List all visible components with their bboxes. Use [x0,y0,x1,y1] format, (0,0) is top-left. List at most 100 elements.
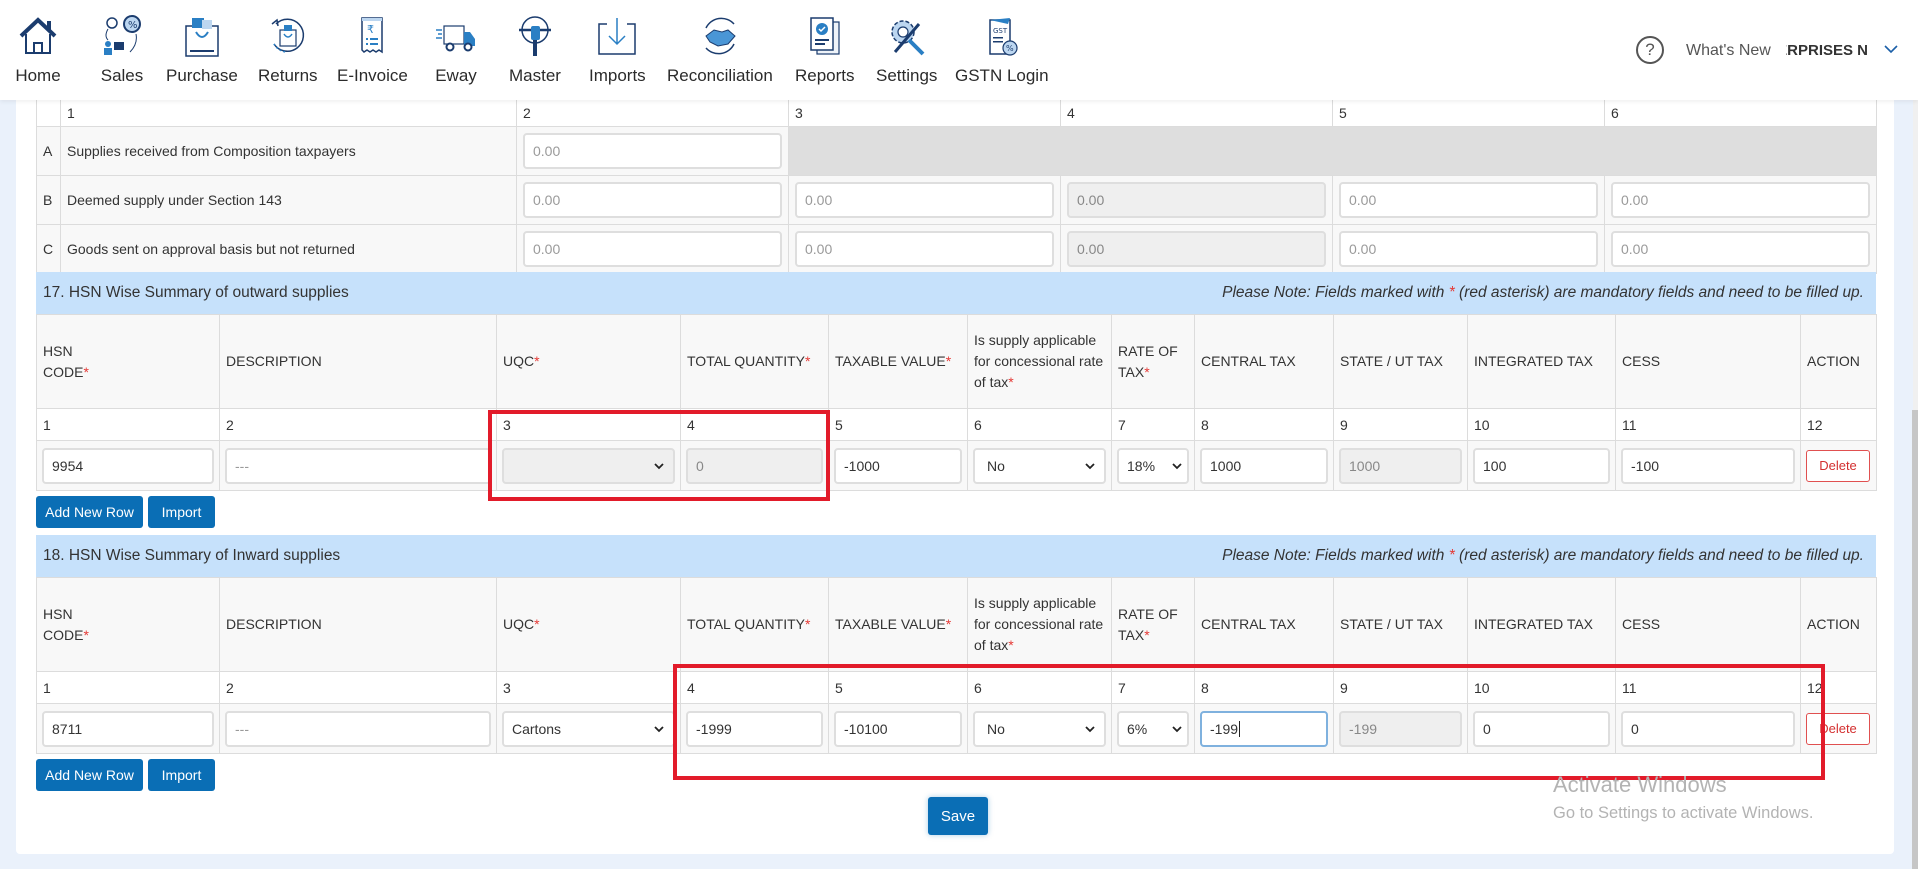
amount-input[interactable]: 0.00 [1339,182,1598,218]
central-tax-input[interactable]: 1000 [1200,447,1328,484]
integrated-tax-input[interactable]: 100 [1473,447,1610,484]
cess-input[interactable]: 0 [1621,710,1795,747]
nav-eway[interactable]: Eway [432,12,480,86]
nav-sales[interactable]: % Sales [98,12,146,86]
concessional-select[interactable]: No [973,447,1106,484]
col-header-uqc: UQC* [496,314,681,409]
amount-input[interactable]: 0.00 [795,231,1054,267]
col-number: 2 [219,671,497,704]
description-input[interactable]: --- [225,447,491,484]
rate-select[interactable]: 6% [1117,710,1189,747]
note-text: (red asterisk) are mandatory fields and … [1454,547,1864,564]
help-icon[interactable]: ? [1636,36,1664,64]
row-label: Deemed supply under Section 143 [60,175,517,225]
col-number: 1 [60,98,517,127]
integrated-tax-input[interactable]: 0 [1473,710,1610,747]
nav-label: Home [15,66,61,85]
nav-master[interactable]: Master [509,12,561,86]
description-input[interactable]: --- [225,710,491,747]
table-row: A Supplies received from Composition tax… [36,126,1877,176]
taxable-value-input[interactable]: -1000 [834,447,962,484]
reports-icon [801,12,849,60]
concessional-value: No [987,720,1005,737]
master-icon [511,12,559,60]
central-tax-input[interactable]: -199 [1200,710,1328,747]
row-label: Supplies received from Composition taxpa… [60,126,517,176]
nav-e-invoice[interactable]: ₹ E-Invoice [337,12,408,86]
supplies-table: 1 2 3 4 5 6 A Supplies received from Com… [36,98,1877,274]
amount-input[interactable]: 0.00 [523,182,782,218]
amount-input[interactable]: 0.00 [795,182,1054,218]
table-row: 8711 --- Cartons -1999 -10100 No 6% -199… [36,703,1877,754]
whats-new-link[interactable]: What's New [1686,42,1771,60]
note-text: (red asterisk) are mandatory fields and … [1454,284,1864,301]
col-number: 11 [1615,408,1801,441]
col-number: 1 [36,408,220,441]
uqc-value: Cartons [512,720,562,737]
col-number: 6 [967,408,1112,441]
cess-input[interactable]: -100 [1621,447,1795,484]
hsn-outward-table: HSN CODE* DESCRIPTION UQC* TOTAL QUANTITY… [36,314,1877,491]
add-new-row-button[interactable]: Add New Row [36,759,143,791]
import-button[interactable]: Import [148,759,215,791]
col-number: 5 [1332,98,1605,127]
chevron-down-icon[interactable] [1882,40,1900,58]
imports-download-icon [593,12,641,60]
nav-gstn-login[interactable]: GST% GSTN Login [955,12,1049,86]
col-header-concessional: Is supply applicable for concessional ra… [967,314,1112,409]
nav-reconciliation[interactable]: Reconciliation [667,12,773,86]
concessional-select[interactable]: No [973,710,1106,747]
hsn-code-input[interactable]: 8711 [42,710,214,747]
state-tax-input: 1000 [1339,447,1462,484]
concessional-value: No [987,457,1005,474]
nav-label: Imports [589,66,646,85]
company-name[interactable]: ENTERPRISES N [1786,42,1868,59]
col-number: 12 [1800,671,1877,704]
hsn-code-input[interactable]: 9954 [42,447,214,484]
amount-input[interactable]: 0.00 [523,133,782,169]
amount-input[interactable]: 0.00 [1611,182,1870,218]
add-new-row-button[interactable]: Add New Row [36,496,143,528]
col-number: 8 [1194,671,1334,704]
col-number: 3 [496,671,681,704]
scrollbar-thumb[interactable] [1912,410,1918,869]
amount-input[interactable]: 0.00 [523,231,782,267]
import-button[interactable]: Import [148,496,215,528]
nav-home[interactable]: Home [14,12,62,86]
col-header-description: DESCRIPTION [219,314,497,409]
amount-input-disabled: 0.00 [1067,231,1326,267]
chevron-down-icon [1085,725,1095,732]
delete-row-button[interactable]: Delete [1806,449,1870,482]
col-header-cess: CESS [1615,314,1801,409]
col-number: 7 [1111,408,1195,441]
rate-select[interactable]: 18% [1117,447,1189,484]
nav-label: Settings [876,66,938,85]
delete-row-button[interactable]: Delete [1806,712,1870,745]
state-tax-input: -199 [1339,710,1462,747]
row-letter: B [36,175,61,225]
col-number: 9 [1333,408,1468,441]
total-quantity-input[interactable]: -1999 [686,710,823,747]
mandatory-note: Please Note: Fields marked with * (red a… [1222,547,1864,565]
column-number-row: 1 2 3 4 5 6 [36,98,1877,127]
uqc-select[interactable]: Cartons [502,710,675,747]
taxable-value-input[interactable]: -10100 [834,710,962,747]
col-header-rate: RATE OF TAX* [1111,314,1195,409]
nav-imports[interactable]: Imports [589,12,646,86]
nav-settings[interactable]: Settings [876,12,937,86]
col-header-description: DESCRIPTION [219,577,497,672]
amount-input[interactable]: 0.00 [1611,231,1870,267]
col-number: 2 [516,98,789,127]
col-number: 4 [680,408,829,441]
nav-returns[interactable]: Returns [258,12,318,86]
total-quantity-input[interactable]: 0 [686,447,823,484]
col-header-concessional: Is supply applicable for concessional ra… [967,577,1112,672]
col-number: 3 [496,408,681,441]
save-button[interactable]: Save [928,797,988,835]
column-number-row: 1 2 3 4 5 6 7 8 9 10 11 12 [36,671,1877,704]
nav-reports[interactable]: Reports [795,12,855,86]
nav-purchase[interactable]: Purchase [166,12,238,86]
col-header-state-tax: STATE / UT TAX [1333,314,1468,409]
amount-input[interactable]: 0.00 [1339,231,1598,267]
uqc-select[interactable] [502,447,675,484]
